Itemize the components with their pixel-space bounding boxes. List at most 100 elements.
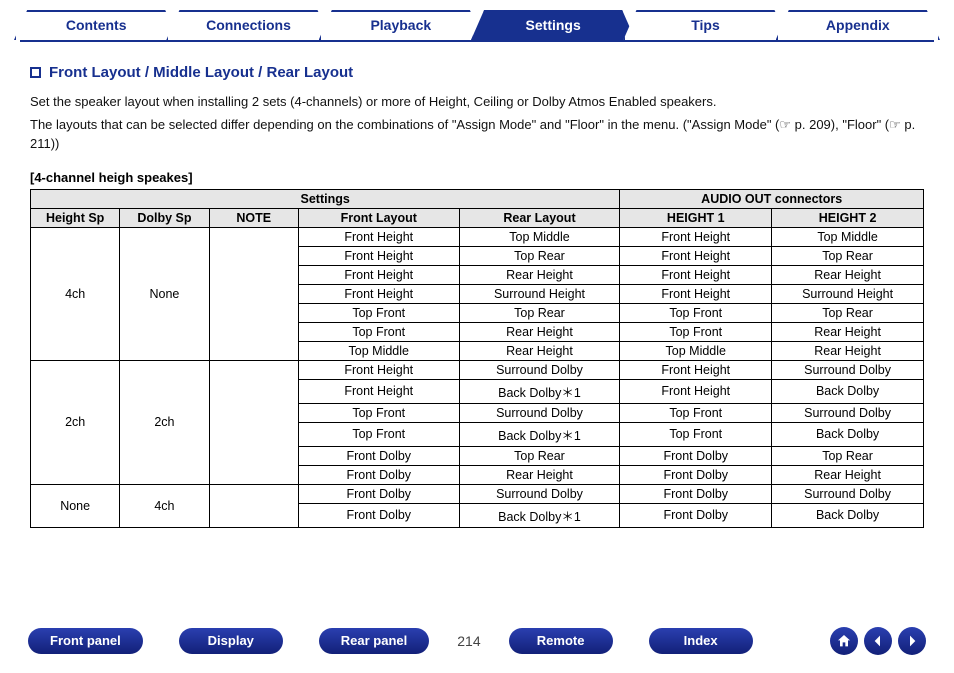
tab-settings[interactable]: Settings <box>471 10 635 40</box>
data-cell: Surround Dolby <box>772 484 924 503</box>
home-icon[interactable] <box>830 627 858 655</box>
tab-playback[interactable]: Playback <box>319 10 483 40</box>
tab-tips[interactable]: Tips <box>623 10 787 40</box>
data-cell: Front Height <box>298 265 459 284</box>
data-cell: Front Height <box>620 227 772 246</box>
data-cell: Back Dolby <box>772 422 924 446</box>
data-cell: Front Height <box>620 360 772 379</box>
data-cell: Rear Height <box>772 322 924 341</box>
data-cell: Front Height <box>298 227 459 246</box>
data-cell: Top Front <box>620 403 772 422</box>
data-cell: Top Middle <box>620 341 772 360</box>
group-cell-dolby_sp: 4ch <box>120 484 209 527</box>
section-heading: Front Layout / Middle Layout / Rear Layo… <box>30 64 924 81</box>
data-cell: Front Dolby <box>298 503 459 527</box>
data-cell: Front Dolby <box>620 484 772 503</box>
next-icon[interactable] <box>898 627 926 655</box>
data-cell: Surround Dolby <box>772 403 924 422</box>
prev-icon[interactable] <box>864 627 892 655</box>
table-sublabel: [4-channel heigh speakes] <box>30 170 924 185</box>
table-row: None4chFront DolbySurround DolbyFront Do… <box>31 484 924 503</box>
data-cell: Back Dolby＊1 <box>459 422 620 446</box>
footer-button-remote[interactable]: Remote <box>509 628 613 654</box>
data-cell: Top Middle <box>298 341 459 360</box>
nav-icons <box>830 627 926 655</box>
footer-button-rear-panel[interactable]: Rear panel <box>319 628 429 654</box>
footer-button-index[interactable]: Index <box>649 628 753 654</box>
group-cell-height_sp: 2ch <box>31 360 120 484</box>
data-cell: Rear Height <box>772 341 924 360</box>
data-cell: Top Rear <box>459 246 620 265</box>
group-cell-height_sp: 4ch <box>31 227 120 360</box>
data-cell: Front Height <box>298 379 459 403</box>
data-cell: Front Height <box>298 246 459 265</box>
group-cell-dolby_sp: None <box>120 227 209 360</box>
col-header: HEIGHT 2 <box>772 208 924 227</box>
data-cell: Back Dolby <box>772 379 924 403</box>
col-header: NOTE <box>209 208 298 227</box>
data-cell: Front Height <box>298 360 459 379</box>
table-column-header-row: Height SpDolby SpNOTEFront LayoutRear La… <box>31 208 924 227</box>
data-cell: Top Front <box>298 422 459 446</box>
data-cell: Front Dolby <box>620 465 772 484</box>
section-body: Front Layout / Middle Layout / Rear Layo… <box>20 64 934 528</box>
data-cell: Rear Height <box>459 341 620 360</box>
footer: Front panel Display Rear panel 214 Remote Ind… <box>0 627 954 655</box>
group-cell-height_sp: None <box>31 484 120 527</box>
data-cell: Front Height <box>620 379 772 403</box>
table-group-header-row: Settings AUDIO OUT connectors <box>31 189 924 208</box>
data-cell: Top Rear <box>459 303 620 322</box>
data-cell: Front Dolby <box>298 446 459 465</box>
data-cell: Top Rear <box>772 246 924 265</box>
data-cell: Top Front <box>620 422 772 446</box>
group-cell-dolby_sp: 2ch <box>120 360 209 484</box>
data-cell: Surround Dolby <box>459 484 620 503</box>
tab-connections[interactable]: Connections <box>166 10 330 40</box>
group-cell-note <box>209 484 298 527</box>
tab-contents[interactable]: Contents <box>14 10 178 40</box>
top-tabs: ContentsConnectionsPlaybackSettingsTipsA… <box>20 10 934 40</box>
table-row: 4chNoneFront HeightTop MiddleFront Heigh… <box>31 227 924 246</box>
data-cell: Rear Height <box>772 465 924 484</box>
page-number: 214 <box>457 633 480 649</box>
data-cell: Rear Height <box>459 465 620 484</box>
data-cell: Top Middle <box>459 227 620 246</box>
col-header: Rear Layout <box>459 208 620 227</box>
data-cell: Front Dolby <box>298 484 459 503</box>
footer-button-front-panel[interactable]: Front panel <box>28 628 143 654</box>
data-cell: Front Height <box>620 246 772 265</box>
section-para2: The layouts that can be selected differ … <box>30 116 924 154</box>
footer-button-display[interactable]: Display <box>179 628 283 654</box>
layout-table: Settings AUDIO OUT connectors Height SpD… <box>30 189 924 528</box>
group-header-settings: Settings <box>31 189 620 208</box>
data-cell: Top Front <box>298 322 459 341</box>
col-header: HEIGHT 1 <box>620 208 772 227</box>
col-header: Height Sp <box>31 208 120 227</box>
data-cell: Surround Height <box>459 284 620 303</box>
col-header: Dolby Sp <box>120 208 209 227</box>
data-cell: Top Middle <box>772 227 924 246</box>
data-cell: Top Rear <box>772 303 924 322</box>
data-cell: Top Front <box>298 403 459 422</box>
data-cell: Front Dolby <box>620 503 772 527</box>
data-cell: Front Height <box>620 284 772 303</box>
data-cell: Rear Height <box>772 265 924 284</box>
bullet-icon <box>30 67 41 78</box>
col-header: Front Layout <box>298 208 459 227</box>
data-cell: Rear Height <box>459 265 620 284</box>
data-cell: Top Front <box>298 303 459 322</box>
data-cell: Front Dolby <box>620 446 772 465</box>
data-cell: Back Dolby＊1 <box>459 503 620 527</box>
data-cell: Back Dolby＊1 <box>459 379 620 403</box>
data-cell: Surround Height <box>772 284 924 303</box>
data-cell: Top Rear <box>459 446 620 465</box>
data-cell: Surround Dolby <box>459 403 620 422</box>
tab-appendix[interactable]: Appendix <box>776 10 940 40</box>
data-cell: Back Dolby <box>772 503 924 527</box>
data-cell: Surround Dolby <box>772 360 924 379</box>
data-cell: Top Rear <box>772 446 924 465</box>
section-title: Front Layout / Middle Layout / Rear Layo… <box>49 64 353 81</box>
group-header-audioout: AUDIO OUT connectors <box>620 189 924 208</box>
group-cell-note <box>209 227 298 360</box>
data-cell: Front Height <box>620 265 772 284</box>
